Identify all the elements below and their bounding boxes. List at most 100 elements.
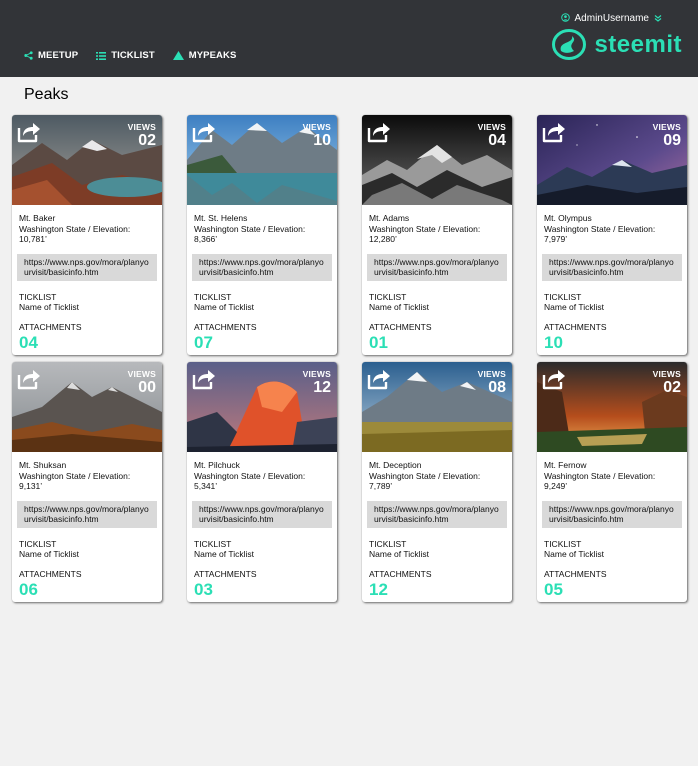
peak-photo[interactable]: VIEWS 10 xyxy=(187,115,337,205)
peak-card[interactable]: VIEWS 10 Mt. St. Helens Washington State… xyxy=(187,115,337,355)
views-count: 08 xyxy=(488,379,506,396)
share-icon[interactable] xyxy=(367,367,392,390)
peak-photo[interactable]: VIEWS 08 xyxy=(362,362,512,452)
views-count: 02 xyxy=(138,132,156,149)
list-icon xyxy=(96,51,107,60)
attachments-count[interactable]: 01 xyxy=(362,333,512,353)
ticklist-section: TICKLIST Name of Ticklist xyxy=(12,528,162,559)
attachments-count[interactable]: 03 xyxy=(187,580,337,600)
views-badge: VIEWS 09 xyxy=(653,122,681,149)
peak-card[interactable]: VIEWS 02 Mt. Fernow Washington State / E… xyxy=(537,362,687,602)
peak-name: Mt. Fernow xyxy=(544,460,587,470)
share-icon[interactable] xyxy=(192,367,217,390)
share-icon[interactable] xyxy=(17,367,42,390)
views-label: VIEWS xyxy=(302,369,331,379)
peak-card[interactable]: VIEWS 00 Mt. Shuksan Washington State / … xyxy=(12,362,162,602)
peak-location: Washington State / Elevation: xyxy=(19,223,131,234)
attachments-count[interactable]: 06 xyxy=(12,580,162,600)
attachments-count[interactable]: 05 xyxy=(537,580,687,600)
ticklist-name[interactable]: Name of Ticklist xyxy=(369,549,505,559)
peak-photo[interactable]: VIEWS 09 xyxy=(537,115,687,205)
ticklist-name[interactable]: Name of Ticklist xyxy=(194,302,330,312)
peak-card[interactable]: VIEWS 09 Mt. Olympus Washington State / … xyxy=(537,115,687,355)
peak-url[interactable]: https://www.nps.gov/mora/planyourvisit/b… xyxy=(367,500,507,528)
peak-photo[interactable]: VIEWS 02 xyxy=(537,362,687,452)
ticklist-label: TICKLIST xyxy=(544,538,582,549)
attachments-label: ATTACHMENTS xyxy=(369,321,432,332)
peak-url[interactable]: https://www.nps.gov/mora/planyourvisit/b… xyxy=(192,253,332,281)
peak-url[interactable]: https://www.nps.gov/mora/planyourvisit/b… xyxy=(17,500,157,528)
peak-location: Washington State / Elevation: xyxy=(369,223,481,234)
peak-elevation: 5,341’ xyxy=(194,481,218,491)
username: AdminUsername xyxy=(574,13,649,24)
peak-elevation: 7,789’ xyxy=(369,481,393,491)
nav-mypeaks[interactable]: MYPEAKS xyxy=(172,50,237,61)
attachments-label: ATTACHMENTS xyxy=(544,568,607,579)
views-label: VIEWS xyxy=(477,122,506,132)
peak-info: Mt. Pilchuck Washington State / Elevatio… xyxy=(187,452,337,492)
peak-location: Washington State / Elevation: xyxy=(194,470,306,481)
peak-location: Washington State / Elevation: xyxy=(369,470,481,481)
peak-url[interactable]: https://www.nps.gov/mora/planyourvisit/b… xyxy=(542,500,682,528)
share-icon[interactable] xyxy=(542,120,567,143)
peak-elevation: 12,280’ xyxy=(369,234,397,244)
share-icon[interactable] xyxy=(542,367,567,390)
peak-card[interactable]: VIEWS 08 Mt. Deception Washington State … xyxy=(362,362,512,602)
views-count: 00 xyxy=(138,379,156,396)
attachments-label: ATTACHMENTS xyxy=(19,568,82,579)
share-icon xyxy=(24,51,33,60)
share-icon[interactable] xyxy=(192,120,217,143)
ticklist-name[interactable]: Name of Ticklist xyxy=(544,549,680,559)
attachments-label: ATTACHMENTS xyxy=(369,568,432,579)
views-label: VIEWS xyxy=(302,122,331,132)
peak-card[interactable]: VIEWS 02 Mt. Baker Washington State / El… xyxy=(12,115,162,355)
peak-photo[interactable]: VIEWS 02 xyxy=(12,115,162,205)
views-badge: VIEWS 02 xyxy=(653,369,681,396)
peak-elevation: 7,979’ xyxy=(544,234,568,244)
peak-name: Mt. Shuksan xyxy=(19,460,67,470)
nav-ticklist-label: TICKLIST xyxy=(111,50,155,61)
views-label: VIEWS xyxy=(477,369,506,379)
peak-name: Mt. Olympus xyxy=(544,213,592,223)
views-badge: VIEWS 10 xyxy=(303,122,331,149)
peak-elevation: 8,366’ xyxy=(194,234,218,244)
peak-card[interactable]: VIEWS 12 Mt. Pilchuck Washington State /… xyxy=(187,362,337,602)
steemit-logo[interactable]: steemit xyxy=(552,29,682,60)
nav-meetup[interactable]: MEETUP xyxy=(24,50,78,61)
peak-url[interactable]: https://www.nps.gov/mora/planyourvisit/b… xyxy=(17,253,157,281)
attachments-label: ATTACHMENTS xyxy=(19,321,82,332)
ticklist-name[interactable]: Name of Ticklist xyxy=(19,302,155,312)
ticklist-name[interactable]: Name of Ticklist xyxy=(369,302,505,312)
peak-name: Mt. St. Helens xyxy=(194,213,248,223)
share-icon[interactable] xyxy=(17,120,42,143)
ticklist-name[interactable]: Name of Ticklist xyxy=(19,549,155,559)
ticklist-name[interactable]: Name of Ticklist xyxy=(194,549,330,559)
nav-ticklist[interactable]: TICKLIST xyxy=(96,50,155,61)
views-label: VIEWS xyxy=(127,122,156,132)
peak-location: Washington State / Elevation: xyxy=(544,223,656,234)
peak-info: Mt. St. Helens Washington State / Elevat… xyxy=(187,205,337,245)
peak-photo[interactable]: VIEWS 00 xyxy=(12,362,162,452)
peak-photo[interactable]: VIEWS 04 xyxy=(362,115,512,205)
peak-info: Mt. Fernow Washington State / Elevation:… xyxy=(537,452,687,492)
views-count: 04 xyxy=(488,132,506,149)
peak-url[interactable]: https://www.nps.gov/mora/planyourvisit/b… xyxy=(542,253,682,281)
views-label: VIEWS xyxy=(127,369,156,379)
peak-elevation: 9,131’ xyxy=(19,481,43,491)
share-icon[interactable] xyxy=(367,120,392,143)
peak-url[interactable]: https://www.nps.gov/mora/planyourvisit/b… xyxy=(192,500,332,528)
attachments-count[interactable]: 10 xyxy=(537,333,687,353)
ticklist-label: TICKLIST xyxy=(194,538,232,549)
user-menu[interactable]: AdminUsername xyxy=(560,13,662,24)
attachments-count[interactable]: 12 xyxy=(362,580,512,600)
attachments-count[interactable]: 07 xyxy=(187,333,337,353)
peak-card[interactable]: VIEWS 04 Mt. Adams Washington State / El… xyxy=(362,115,512,355)
ticklist-name[interactable]: Name of Ticklist xyxy=(544,302,680,312)
views-count: 12 xyxy=(313,379,331,396)
peak-photo[interactable]: VIEWS 12 xyxy=(187,362,337,452)
attachments-count[interactable]: 04 xyxy=(12,333,162,353)
peak-elevation: 9,249’ xyxy=(544,481,568,491)
attachments-label: ATTACHMENTS xyxy=(194,321,257,332)
peak-url[interactable]: https://www.nps.gov/mora/planyourvisit/b… xyxy=(367,253,507,281)
nav-meetup-label: MEETUP xyxy=(38,50,79,61)
